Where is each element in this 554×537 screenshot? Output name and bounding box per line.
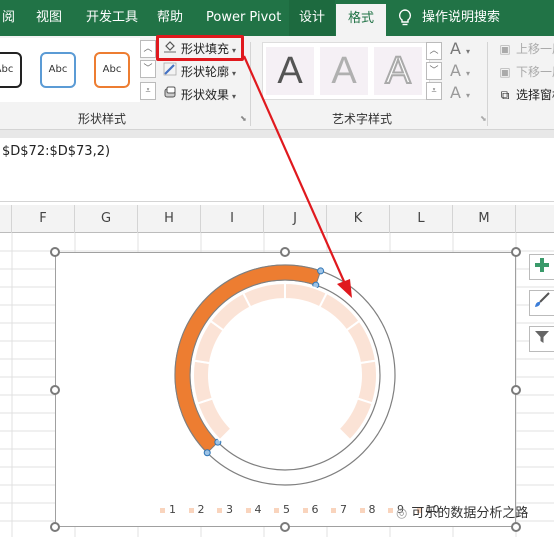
chart-styles-button[interactable] [529, 290, 554, 316]
legend-swatch [217, 507, 222, 513]
legend-swatch [359, 507, 365, 513]
chart-elements-button[interactable] [529, 254, 554, 280]
legend-item[interactable]: 3 [217, 503, 233, 516]
highlight-box [156, 35, 244, 61]
legend-item[interactable]: 7 [331, 503, 347, 516]
point-selection-handle[interactable] [203, 449, 211, 457]
legend-swatch [302, 507, 308, 513]
legend-swatch [388, 507, 393, 513]
resize-handle[interactable] [511, 385, 521, 395]
resize-handle[interactable] [511, 247, 521, 257]
legend-item[interactable]: 5 [274, 503, 290, 516]
legend-item[interactable]: 8 [359, 503, 376, 516]
wechat-icon: ◎ [396, 506, 408, 521]
scale-segment-2[interactable] [192, 359, 214, 405]
legend-item[interactable]: 1 [160, 503, 176, 516]
legend-swatch [188, 507, 194, 513]
plus-icon [535, 258, 549, 272]
resize-handle[interactable] [50, 385, 60, 395]
legend-swatch [245, 507, 251, 513]
resize-handle[interactable] [50, 522, 60, 532]
legend-item[interactable]: 6 [302, 503, 319, 516]
legend-item[interactable]: 4 [245, 503, 262, 516]
chart-filters-button[interactable] [529, 326, 554, 352]
resize-handle[interactable] [511, 522, 521, 532]
legend-swatch [331, 507, 336, 513]
legend-swatch [160, 507, 165, 513]
filter-icon [535, 331, 549, 343]
resize-handle[interactable] [50, 247, 60, 257]
watermark: ◎ 可乐的数据分析之路 [396, 506, 529, 521]
legend-item[interactable]: 2 [188, 503, 205, 516]
gauge-chart [174, 264, 396, 486]
resize-handle[interactable] [280, 522, 290, 532]
resize-handle[interactable] [280, 247, 290, 257]
scale-segment-9[interactable] [356, 359, 378, 405]
legend-swatch [274, 507, 279, 513]
point-selection-handle[interactable] [317, 267, 325, 275]
paintbrush-icon [535, 292, 550, 307]
